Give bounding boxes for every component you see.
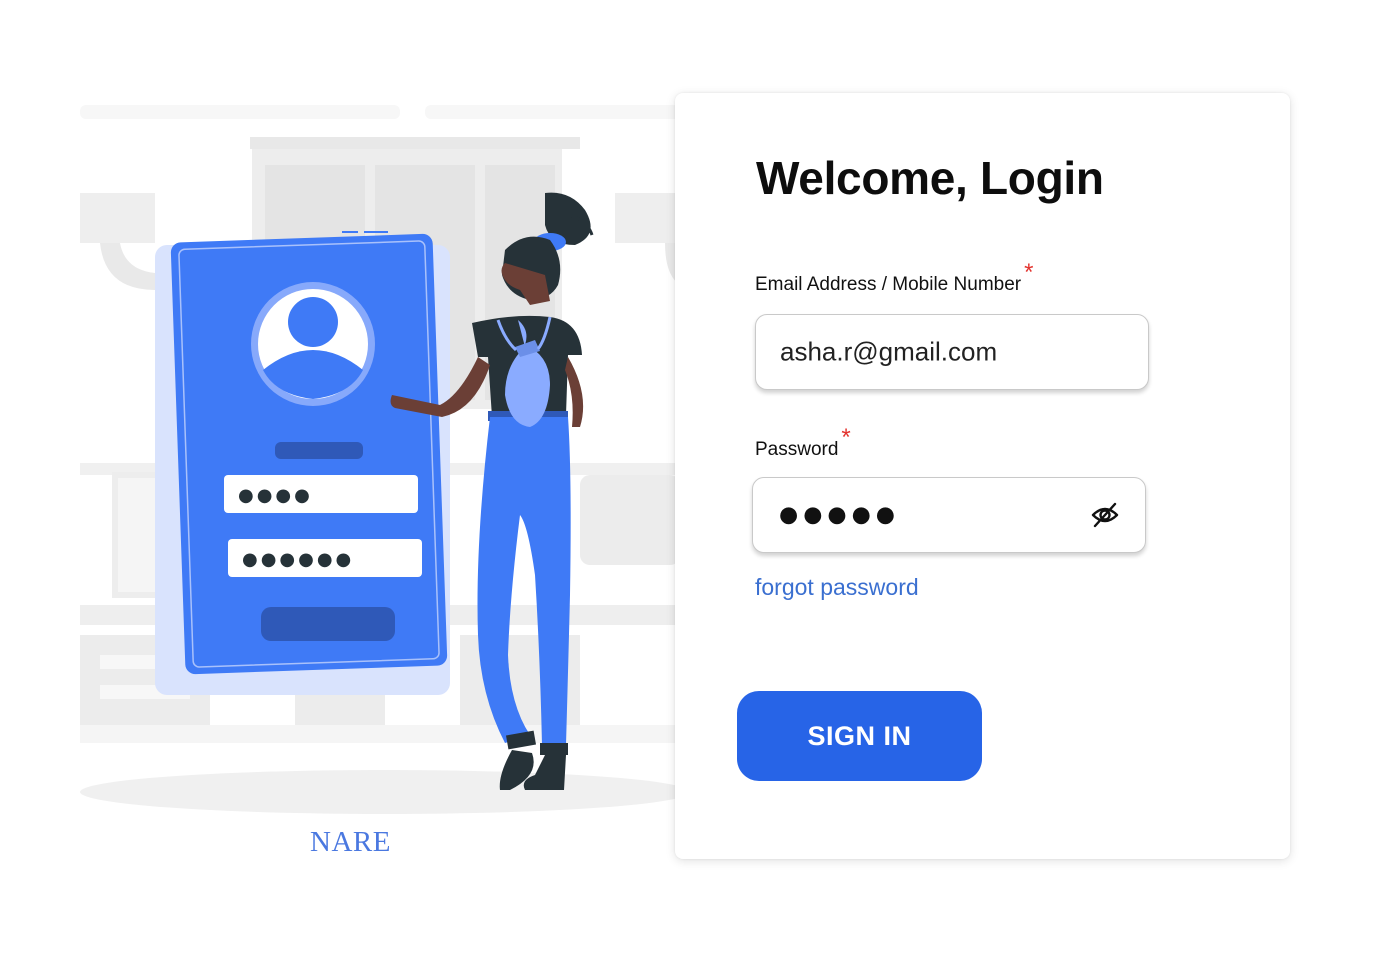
email-field[interactable]: asha.r@gmail.com xyxy=(755,314,1149,390)
avatar-head xyxy=(288,297,338,347)
phone-password-dots: ●●●●●● xyxy=(242,549,354,570)
eye-off-icon[interactable] xyxy=(1089,499,1121,531)
password-label: Password * xyxy=(755,424,851,462)
email-value[interactable]: asha.r@gmail.com xyxy=(780,337,997,368)
brand-logo-text: NARE xyxy=(310,826,391,858)
login-illustration: ●●●● ●●●●●● xyxy=(80,95,690,825)
forgot-password-link[interactable]: forgot password xyxy=(755,574,919,601)
email-label: Email Address / Mobile Number * xyxy=(755,259,1033,297)
password-label-text: Password xyxy=(755,439,839,460)
sign-in-button[interactable]: SIGN IN xyxy=(737,691,982,781)
email-label-text: Email Address / Mobile Number xyxy=(755,274,1022,295)
password-field[interactable]: ●●●●● xyxy=(752,477,1146,553)
illustration-art: ●●●● ●●●●●● xyxy=(80,105,690,814)
email-required-mark: * xyxy=(1024,259,1034,286)
phone-username-dots: ●●●● xyxy=(238,485,313,506)
phone-graphic: ●●●● ●●●●●● xyxy=(155,231,450,695)
password-required-mark: * xyxy=(841,424,851,451)
password-masked-value[interactable]: ●●●●● xyxy=(779,503,900,528)
page-title: Welcome, Login xyxy=(756,152,1104,204)
login-card: Welcome, Login Email Address / Mobile Nu… xyxy=(675,93,1290,859)
